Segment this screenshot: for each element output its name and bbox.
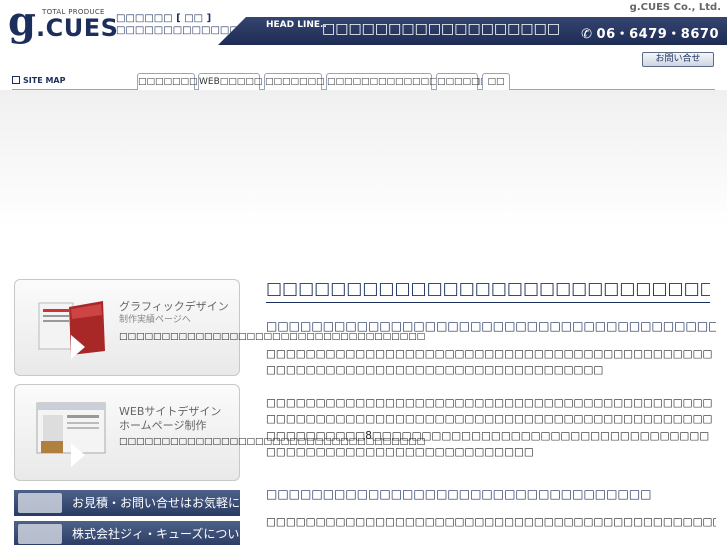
page-title: □□□□□□□□□□□□□□□□□□□□□□□□□□□□□□□□□□□□□□□□… xyxy=(266,279,710,303)
web-design-card[interactable]: WEBサイトデザイン ホームページ制作 □□□□□□□□□□□□□□□□□□□□… xyxy=(14,384,425,481)
body-paragraph: □□□□□□□□□□□□□□□□□□□□□□□□□□□□□□□□□□□□□□□□… xyxy=(266,397,713,458)
phone-icon: ✆ xyxy=(581,27,593,42)
section-paragraph: □□□□□□□□□□□□□□□□□□□□□□□□□□□□□□□□□□□□□□□□… xyxy=(266,516,716,528)
header-tagline-line1: □□□□□□ [ □□ ] xyxy=(116,13,212,24)
company-name: g.CUES Co., Ltd. xyxy=(629,2,721,13)
graphic-design-sub: 制作実績ページへ xyxy=(119,315,191,325)
business-card-icon xyxy=(18,524,62,544)
tab-web[interactable]: WEB□□□□□ xyxy=(198,73,262,90)
sitemap-icon xyxy=(12,76,20,84)
sitemap-label: SITE MAP xyxy=(23,76,66,85)
logo-cues[interactable]: .CUES xyxy=(36,14,118,42)
header-tagline: □□□□□□ [ □□ ] □□□□□□□□□□□□□ xyxy=(116,13,239,37)
page-subtitle: □□□□□□□□□□□□□□□□□□□□□□□□□□□□□□□□□□□□□□□□… xyxy=(266,319,716,333)
contact-button[interactable]: お問い合せ xyxy=(642,52,714,67)
site-header: g TOTAL PRODUCE .CUES □□□□□□ [ □□ ] □□□□… xyxy=(0,0,727,48)
arrow-icon xyxy=(71,335,85,359)
web-design-sub: ホームページ制作 xyxy=(119,419,207,432)
tab-1[interactable]: □□□□□□□ xyxy=(137,73,198,90)
tab-3[interactable]: □□□□□□□ xyxy=(264,73,325,90)
headline-label: HEAD LINE.. xyxy=(266,20,327,30)
intro-paragraph: □□□□□□□□□□□□□□□□□□□□□□□□□□□□□□□□□□□□□□□□… xyxy=(266,348,713,377)
phone-number: ✆ 06・6479・8670 xyxy=(581,23,719,42)
arrow-icon xyxy=(71,443,85,467)
headline-text[interactable]: □□□□□□□□□□□□□□□□□□ xyxy=(322,21,560,37)
tab-4[interactable]: □□□□□□□□□□□□□□□□□□□□ xyxy=(326,73,497,90)
page-root: g TOTAL PRODUCE .CUES □□□□□□ [ □□ ] □□□□… xyxy=(0,0,727,545)
graphic-design-desc: □□□□□□□□□□□□□□□□□□□□□□□□□□□□□□□□□□□□ xyxy=(119,332,425,343)
about-company-label: 株式会社ジィ・キューズについて xyxy=(72,527,240,541)
tab-5[interactable]: □□□□□ xyxy=(436,73,480,90)
graphic-design-card[interactable]: グラフィックデザイン 制作実績ページへ □□□□□□□□□□□□□□□□□□□□… xyxy=(14,279,425,376)
estimate-inquiry-label: お見積・お問い合せはお気軽に xyxy=(72,496,241,510)
sitemap-link[interactable]: SITE MAP xyxy=(12,76,65,85)
phone-text: 06・6479・8670 xyxy=(596,27,719,42)
section-heading: □□□□□□□□□□□□□□□□□□□□□□□□□□□□□□□□□□ xyxy=(266,487,652,501)
tab-6[interactable]: □□ xyxy=(482,73,510,90)
estimate-inquiry-banner[interactable]: お見積・お問い合せはお気軽に xyxy=(14,490,240,516)
header-tagline-line2: □□□□□□□□□□□□□ xyxy=(116,25,239,36)
web-design-desc: □□□□□□□□□□□□□□□□□□□□□□□□□□□□□□□□□□□□ xyxy=(119,437,425,448)
logo-g[interactable]: g xyxy=(8,2,36,42)
envelope-icon xyxy=(18,493,62,513)
about-company-banner[interactable]: 株式会社ジィ・キューズについて xyxy=(14,521,240,545)
